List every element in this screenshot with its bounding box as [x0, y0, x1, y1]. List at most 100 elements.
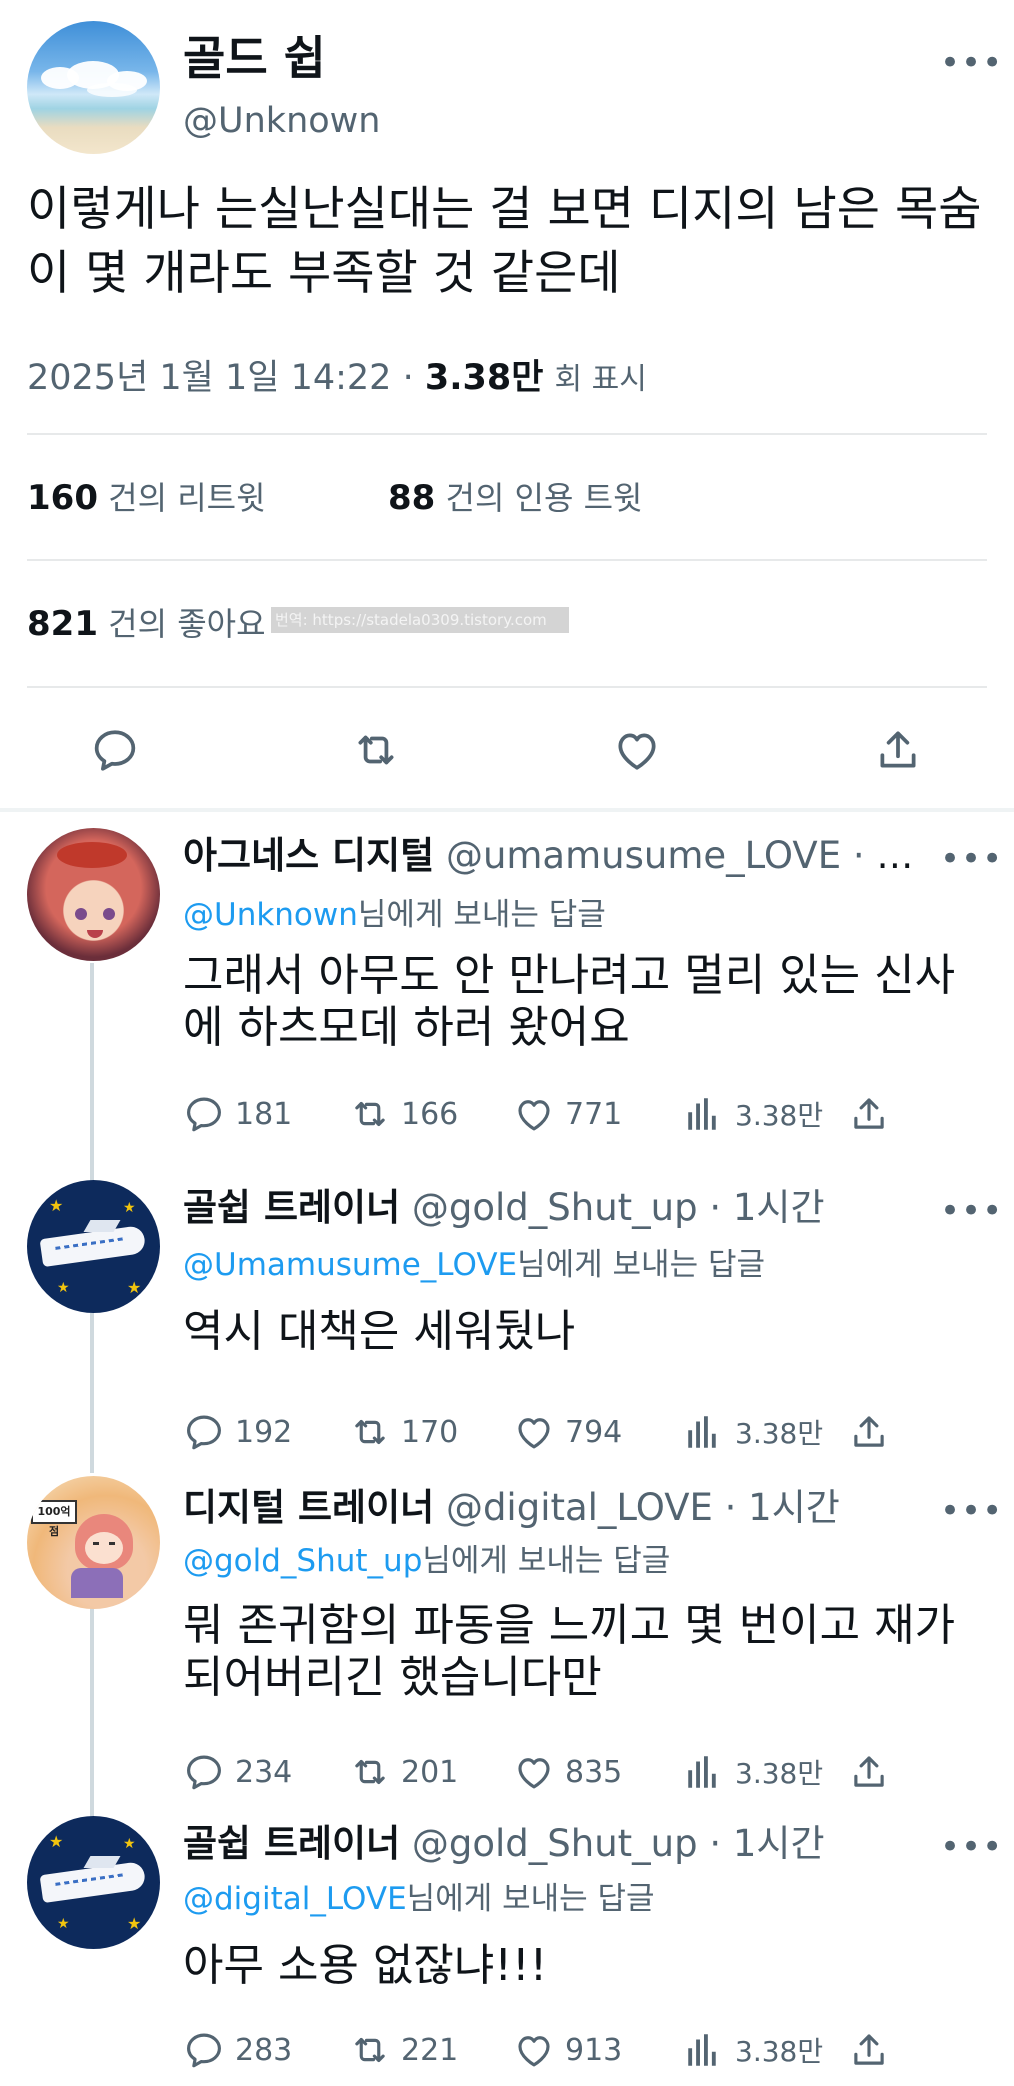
quote-stat[interactable]: 88 건의 인용 트윗 [388, 476, 642, 520]
reply-retweet-action[interactable]: 170 [349, 1410, 458, 1454]
reply-retweet-action[interactable]: 201 [349, 1750, 458, 1794]
tweet-meta: 2025년 1월 1일 14:22 · 3.38만 회 표시 [27, 355, 647, 403]
retweet-stat[interactable]: 160 건의 리트윗 [27, 476, 266, 520]
reply-like-action[interactable]: 794 [513, 1410, 622, 1454]
reply-icon [187, 2033, 221, 2068]
reply-to-suffix: 님에게 보내는 답글 [406, 1881, 655, 1917]
retweet-label: 건의 리트윗 [108, 479, 266, 517]
main-avatar[interactable] [27, 21, 160, 154]
reply-views-action[interactable]: 3.38만 [683, 2028, 823, 2072]
views-icon [688, 2034, 716, 2066]
reply-retweet-action[interactable]: 166 [349, 1092, 458, 1136]
views-icon [688, 1098, 716, 1130]
quote-label: 건의 인용 트윗 [445, 479, 643, 517]
reply-comment-action[interactable]: 283 [183, 2028, 292, 2072]
reply-to-line: @Unknown님에게 보내는 답글 [183, 894, 606, 936]
reply-like-action[interactable]: 835 [513, 1750, 622, 1794]
translator-watermark: 번역: https://stadela0309.tistory.com [271, 607, 569, 633]
reply-avatar[interactable] [27, 828, 160, 961]
divider [27, 559, 987, 561]
retweet-icon[interactable] [351, 725, 401, 775]
share-icon [854, 2034, 884, 2065]
like-icon [518, 1100, 550, 1131]
reply-to-suffix: 님에게 보내는 답글 [357, 897, 606, 933]
views-count: 3.38만 [424, 358, 544, 398]
comment-count: 283 [235, 2032, 293, 2068]
reply-author-handle[interactable]: @digital_LOVE · 1시간 [446, 1486, 840, 1529]
share-icon [854, 1098, 884, 1129]
reply-share-action[interactable] [848, 1092, 900, 1136]
like-stat[interactable]: 821 건의 좋아요 [27, 602, 266, 646]
like-count: 835 [565, 1754, 623, 1790]
reply-author-name[interactable]: 골쉽 트레이너 [183, 1186, 400, 1229]
views-count: 3.38만 [735, 1417, 824, 1450]
reply-like-action[interactable]: 771 [513, 1092, 622, 1136]
reply-icon [187, 1097, 221, 1132]
divider [27, 433, 987, 435]
reply-text: 그래서 아무도 안 만나려고 멀리 있는 신사에 하츠모데 하러 왔어요 [183, 950, 956, 1053]
views-icon [688, 1756, 716, 1788]
reply-mention[interactable]: @gold_Shut_up [183, 1543, 422, 1579]
reply-comment-action[interactable]: 234 [183, 1750, 292, 1794]
reply-to-line: @gold_Shut_up님에게 보내는 답글 [183, 1540, 670, 1582]
reply-icon [187, 1755, 221, 1790]
retweet-count: 160 [27, 478, 98, 518]
reply-tweet[interactable]: 아그네스 디지털 @umamusume_LOVE · 1… ••• @Unkno… [0, 812, 1014, 1172]
reply-avatar[interactable]: ★ ★ ★ ★ [27, 1816, 160, 1949]
reply-icon[interactable] [90, 725, 140, 775]
reply-tweet[interactable]: ★ ★ ★ ★ 골쉽 트레이너 @gold_Shut_up · 1시간 ••• … [0, 1812, 1014, 2086]
retweet-count: 170 [401, 1414, 459, 1450]
share-icon[interactable] [873, 725, 923, 775]
share-icon [854, 1756, 884, 1787]
reply-actions: 234 201 835 3.38만 [183, 1750, 903, 1794]
quote-count: 88 [388, 478, 436, 518]
main-author-name[interactable]: 골드 쉽 [183, 28, 326, 88]
retweet-icon [355, 1759, 385, 1785]
like-icon[interactable] [612, 725, 662, 775]
like-count: 821 [27, 604, 98, 644]
reply-mention[interactable]: @Umamusume_LOVE [183, 1247, 517, 1283]
reply-header: 아그네스 디지털 @umamusume_LOVE · 1… [183, 832, 923, 880]
more-icon[interactable]: ••• [940, 46, 1003, 80]
reply-share-action[interactable] [848, 2028, 900, 2072]
more-icon[interactable]: ••• [940, 1830, 1003, 1864]
reply-views-action[interactable]: 3.38만 [683, 1410, 823, 1454]
more-icon[interactable]: ••• [940, 842, 1003, 876]
retweet-count: 166 [401, 1096, 459, 1132]
like-count: 794 [565, 1414, 623, 1450]
more-icon[interactable]: ••• [940, 1194, 1003, 1228]
like-count: 913 [565, 2032, 623, 2068]
reply-author-handle[interactable]: @gold_Shut_up · 1시간 [412, 1822, 825, 1865]
reply-comment-action[interactable]: 181 [183, 1092, 292, 1136]
reply-text: 아무 소용 없잖냐!!! [183, 1940, 548, 1991]
reply-mention[interactable]: @Unknown [183, 897, 358, 933]
tweet-date: 2025년 1월 1일 14:22 · [27, 358, 414, 398]
reply-mention[interactable]: @digital_LOVE [183, 1881, 407, 1917]
reply-views-action[interactable]: 3.38만 [683, 1092, 823, 1136]
reply-author-handle[interactable]: @gold_Shut_up · 1시간 [412, 1186, 825, 1229]
reply-author-name[interactable]: 골쉽 트레이너 [183, 1822, 400, 1865]
reply-retweet-action[interactable]: 221 [349, 2028, 458, 2072]
reply-author-handle[interactable]: @umamusume_LOVE · 1… [446, 834, 923, 877]
main-author-handle[interactable]: @Unknown [183, 98, 380, 144]
reply-avatar[interactable]: 100억점 [27, 1476, 160, 1609]
reply-icon [187, 1415, 221, 1450]
reply-avatar[interactable]: ★ ★ ★ ★ [27, 1180, 160, 1313]
reply-to-line: @digital_LOVE님에게 보내는 답글 [183, 1878, 655, 1920]
reply-author-name[interactable]: 아그네스 디지털 [183, 834, 434, 877]
views-label: 회 표시 [554, 362, 647, 397]
main-tweet-text: 이렇게나 는실난실대는 걸 보면 디지의 남은 목숨이 몇 개라도 부족할 것 … [27, 182, 982, 301]
reply-share-action[interactable] [848, 1750, 900, 1794]
reply-views-action[interactable]: 3.38만 [683, 1750, 823, 1794]
like-icon [518, 1418, 550, 1449]
retweet-icon [355, 1101, 385, 1127]
reply-tweet[interactable]: 100억점 디지털 트레이너 @digital_LOVE · 1시간 ••• @… [0, 1472, 1014, 1812]
reply-author-name[interactable]: 디지털 트레이너 [183, 1486, 434, 1529]
reply-comment-action[interactable]: 192 [183, 1410, 292, 1454]
reply-tweet[interactable]: ★ ★ ★ ★ 골쉽 트레이너 @gold_Shut_up · 1시간 ••• … [0, 1172, 1014, 1472]
reply-text: 역시 대책은 세워뒀나 [183, 1306, 576, 1357]
retweet-count: 201 [401, 1754, 459, 1790]
reply-share-action[interactable] [848, 1410, 900, 1454]
reply-like-action[interactable]: 913 [513, 2028, 622, 2072]
more-icon[interactable]: ••• [940, 1494, 1003, 1528]
